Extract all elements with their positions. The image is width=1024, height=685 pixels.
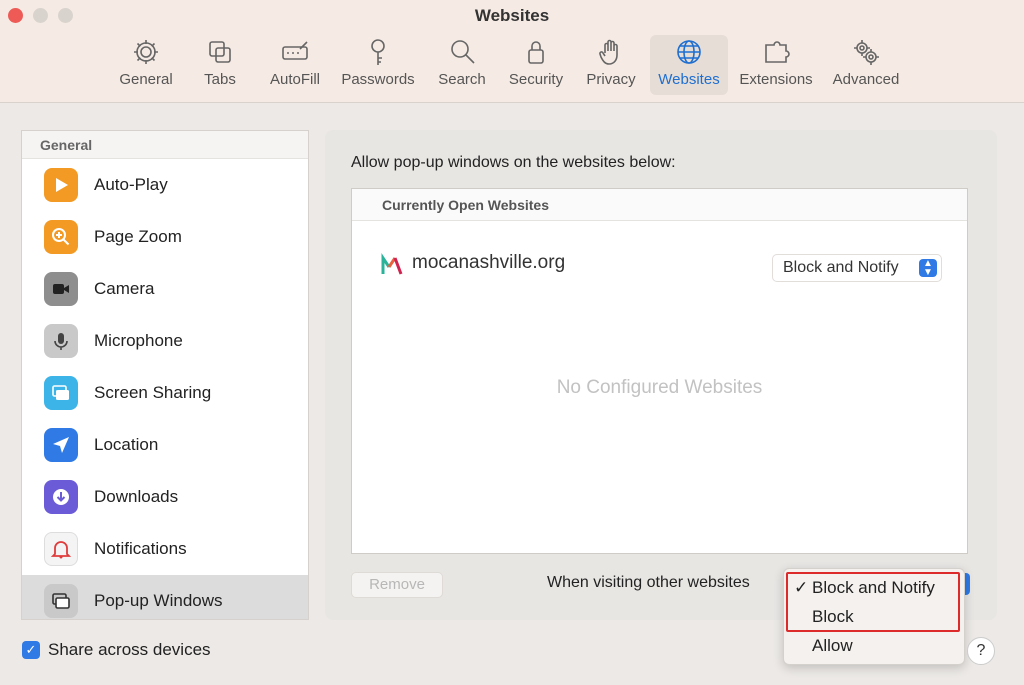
- tab-label: Passwords: [341, 71, 415, 88]
- site-logo-icon: [381, 253, 403, 275]
- globe-icon: [669, 35, 709, 69]
- share-label: Share across devices: [48, 640, 211, 659]
- puzzle-icon: [756, 35, 796, 69]
- autofill-icon: [275, 35, 315, 69]
- zoom-icon: [44, 220, 78, 254]
- main-panel: Allow pop-up windows on the websites bel…: [325, 130, 997, 620]
- site-setting-select[interactable]: Block and Notify ▲ ▼: [772, 254, 942, 282]
- tab-search[interactable]: Search: [432, 35, 492, 95]
- microphone-icon: [44, 324, 78, 358]
- remove-button[interactable]: Remove: [351, 572, 443, 598]
- websites-table: Currently Open Websites mocanashville.or…: [351, 188, 968, 554]
- chevron-up-down-icon: ▲ ▼: [919, 259, 937, 278]
- site-setting-value: Block and Notify: [783, 259, 899, 276]
- tab-passwords[interactable]: Passwords: [338, 35, 418, 95]
- sidebar-header: General: [22, 131, 308, 159]
- hand-icon: [591, 35, 631, 69]
- table-header: Currently Open Websites: [352, 189, 967, 221]
- sidebar-item-notifications[interactable]: Notifications: [22, 523, 308, 575]
- tab-websites[interactable]: Websites: [650, 35, 728, 95]
- sidebar-item-location[interactable]: Location: [22, 419, 308, 471]
- location-icon: [44, 428, 78, 462]
- allow-popups-label: Allow pop-up windows on the websites bel…: [351, 154, 676, 171]
- tabs-icon: [200, 35, 240, 69]
- camera-icon: [44, 272, 78, 306]
- sidebar-item-camera[interactable]: Camera: [22, 263, 308, 315]
- play-icon: [44, 168, 78, 202]
- sidebar-item-label: Camera: [94, 279, 155, 298]
- sidebar-item-label: Notifications: [94, 539, 187, 558]
- sidebar: General Auto-Play Page Zoom Camera Micro…: [21, 130, 309, 620]
- tab-label: General: [119, 71, 173, 88]
- tab-label: Extensions: [739, 71, 813, 88]
- tab-privacy[interactable]: Privacy: [582, 35, 640, 95]
- tab-general[interactable]: General: [112, 35, 180, 95]
- tab-advanced[interactable]: Advanced: [830, 35, 902, 95]
- sidebar-item-downloads[interactable]: Downloads: [22, 471, 308, 523]
- tab-security[interactable]: Security: [504, 35, 568, 95]
- bell-icon: [44, 532, 78, 566]
- highlight-annotation: [786, 572, 960, 632]
- tab-label: Tabs: [204, 71, 236, 88]
- sidebar-item-screen-sharing[interactable]: Screen Sharing: [22, 367, 308, 419]
- lock-icon: [516, 35, 556, 69]
- tab-label: AutoFill: [269, 71, 321, 88]
- sidebar-item-label: Pop-up Windows: [94, 591, 223, 610]
- share-across-devices[interactable]: ✓ Share across devices: [22, 640, 211, 660]
- tab-extensions[interactable]: Extensions: [736, 35, 816, 95]
- popup-windows-icon: [44, 584, 78, 618]
- tab-label: Security: [508, 71, 564, 88]
- sidebar-item-label: Screen Sharing: [94, 383, 212, 402]
- sidebar-item-label: Page Zoom: [94, 227, 182, 246]
- download-icon: [44, 480, 78, 514]
- tab-autofill[interactable]: AutoFill: [264, 35, 326, 95]
- menu-item-label: Allow: [812, 636, 853, 655]
- sidebar-item-label: Location: [94, 435, 159, 454]
- share-checkbox[interactable]: ✓: [22, 641, 40, 659]
- sidebar-item-label: Downloads: [94, 487, 179, 506]
- gears-icon: [846, 35, 886, 69]
- sidebar-item-label: Microphone: [94, 331, 183, 350]
- tab-label: Privacy: [586, 71, 636, 88]
- table-row[interactable]: mocanashville.org Block and Notify ▲ ▼: [352, 244, 967, 284]
- tab-label: Search: [438, 71, 486, 88]
- tab-tabs[interactable]: Tabs: [192, 35, 248, 95]
- tab-label: Advanced: [832, 71, 900, 88]
- menu-item-allow[interactable]: Allow: [784, 632, 964, 660]
- screen-sharing-icon: [44, 376, 78, 410]
- sidebar-item-auto-play[interactable]: Auto-Play: [22, 159, 308, 211]
- title-bar: Websites General Tabs AutoFill Passwords…: [0, 0, 1024, 103]
- site-name: mocanashville.org: [412, 252, 566, 273]
- tab-label: Websites: [658, 71, 720, 88]
- sidebar-item-page-zoom[interactable]: Page Zoom: [22, 211, 308, 263]
- other-websites-label: When visiting other websites: [547, 574, 750, 591]
- gear-icon: [126, 35, 166, 69]
- empty-state-text: No Configured Websites: [556, 377, 763, 398]
- sidebar-item-pop-up-windows[interactable]: Pop-up Windows: [22, 575, 308, 619]
- window-title: Websites: [474, 6, 550, 25]
- sidebar-item-label: Auto-Play: [94, 175, 168, 194]
- search-icon: [442, 35, 482, 69]
- sidebar-item-microphone[interactable]: Microphone: [22, 315, 308, 367]
- help-button[interactable]: ?: [967, 637, 995, 665]
- key-icon: [358, 35, 398, 69]
